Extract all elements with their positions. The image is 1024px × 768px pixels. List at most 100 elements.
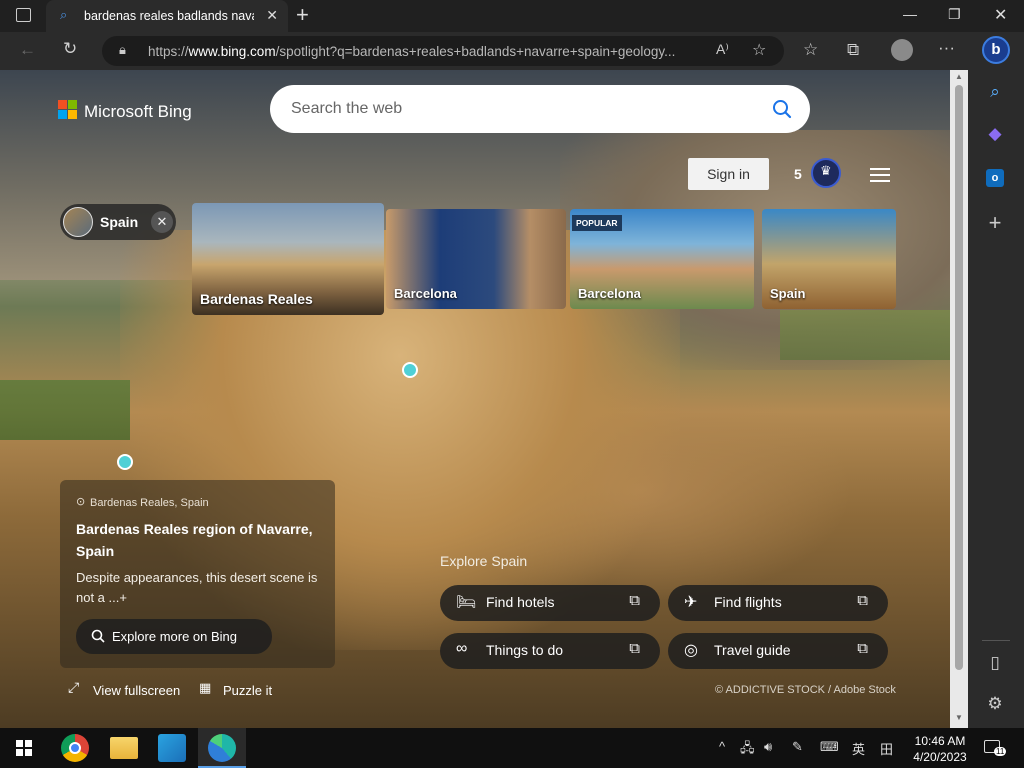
tab-actions-icon[interactable] xyxy=(16,8,31,22)
close-chip-icon[interactable]: ✕ xyxy=(151,211,173,233)
ime-mode-icon[interactable]: 田 xyxy=(880,739,893,758)
card-barcelona-2[interactable]: POPULAR Barcelona xyxy=(570,209,754,309)
close-tab-icon[interactable]: ✕ xyxy=(266,7,278,24)
app-icon[interactable] xyxy=(158,734,186,762)
card-label: Barcelona xyxy=(394,286,457,301)
profile-avatar[interactable] xyxy=(891,39,913,61)
edge-icon xyxy=(208,734,236,762)
network-icon[interactable]: 🖧︎ xyxy=(740,739,755,761)
windows-taskbar: ^ 🖧︎ 🔊︎ ✎ ⌨︎ 英 田 10:46 AM 4/20/2023 11 xyxy=(0,728,1024,768)
location-pin-icon: ⊙ xyxy=(76,496,86,508)
address-bar-row: ← ↻ 🔒︎ https://www.bing.com/spotlight?q=… xyxy=(0,32,1024,70)
new-tab-button[interactable]: + xyxy=(296,2,309,28)
things-to-do-label: Things to do xyxy=(486,642,564,658)
search-icon[interactable]: ⌕ xyxy=(984,82,1006,104)
back-button[interactable]: ← xyxy=(19,40,36,60)
things-to-do-button[interactable]: ∞ Things to do ⧉ xyxy=(440,633,660,669)
ime-language[interactable]: 英 xyxy=(852,739,865,758)
info-title[interactable]: Bardenas Reales region of Navarre, Spain xyxy=(76,518,326,562)
find-flights-label: Find flights xyxy=(714,594,782,610)
find-hotels-button[interactable]: 🛏︎ Find hotels ⧉ xyxy=(440,585,660,621)
edge-active-app[interactable] xyxy=(198,728,246,768)
search-input[interactable]: Search the web xyxy=(291,100,402,118)
windows-start-icon[interactable] xyxy=(16,740,32,756)
search-icon: ⌕ xyxy=(60,7,68,22)
chrome-icon[interactable] xyxy=(61,734,89,762)
clock-date: 4/20/2023 xyxy=(913,750,967,764)
keyboard-icon[interactable]: ⌨︎ xyxy=(820,739,839,755)
refresh-button[interactable]: ↻ xyxy=(63,39,77,59)
settings-gear-icon[interactable]: ⚙︎ xyxy=(984,694,1006,716)
popular-badge: POPULAR xyxy=(572,215,622,231)
view-fullscreen-link[interactable]: View fullscreen xyxy=(93,683,180,698)
notification-count: 11 xyxy=(994,747,1007,756)
hamburger-menu-icon[interactable] xyxy=(870,168,890,186)
close-window-button[interactable]: ✕ xyxy=(994,5,1007,25)
card-label: Bardenas Reales xyxy=(200,291,313,307)
explore-more-button[interactable]: Explore more on Bing xyxy=(76,619,272,654)
info-panel: ⊙ Bardenas Reales, Spain Bardenas Reales… xyxy=(60,480,335,668)
scroll-up-arrow[interactable]: ▲ xyxy=(955,72,963,81)
card-label: Spain xyxy=(770,286,806,301)
topic-chip-spain[interactable]: Spain ✕ xyxy=(60,204,176,240)
collections-icon[interactable]: ⧉ xyxy=(847,40,859,60)
card-spain[interactable]: Spain xyxy=(762,209,896,309)
puzzle-it-link[interactable]: Puzzle it xyxy=(223,683,272,698)
scroll-down-arrow[interactable]: ▼ xyxy=(955,713,963,722)
card-bardenas-reales[interactable]: Bardenas Reales xyxy=(192,203,384,315)
travel-guide-button[interactable]: ◎ Travel guide ⧉ xyxy=(668,633,888,669)
search-icon[interactable] xyxy=(772,99,792,119)
file-explorer-icon[interactable] xyxy=(110,737,138,759)
restore-button[interactable]: ❐ xyxy=(948,6,961,23)
add-favorite-icon[interactable]: ☆ xyxy=(752,40,766,60)
more-options-icon[interactable]: ··· xyxy=(938,38,955,58)
outlook-icon[interactable]: o xyxy=(984,166,1006,188)
compass-icon: ◎ xyxy=(684,642,698,659)
minimize-button[interactable]: — xyxy=(903,6,917,22)
edge-sidebar: ⌕ ◆ o + ▯ ⚙︎ xyxy=(968,70,1024,728)
bing-chat-icon[interactable]: b xyxy=(982,36,1010,64)
puzzle-icon[interactable]: ▦ xyxy=(199,680,211,696)
tab-title: bardenas reales badlands navarre xyxy=(84,9,254,23)
browser-tab[interactable]: ⌕ bardenas reales badlands navarre ✕ xyxy=(46,0,288,32)
card-barcelona-1[interactable]: Barcelona xyxy=(386,209,566,309)
fullscreen-icon[interactable]: ⤢ xyxy=(68,679,79,696)
info-description[interactable]: Despite appearances, this desert scene i… xyxy=(76,568,326,608)
image-credit[interactable]: © ADDICTIVE STOCK / Adobe Stock xyxy=(715,684,896,696)
url-text[interactable]: https://www.bing.com/spotlight?q=bardena… xyxy=(148,44,708,59)
chip-label: Spain xyxy=(100,214,139,230)
show-hidden-icons[interactable]: ^ xyxy=(719,739,725,754)
bing-spotlight-page: Microsoft Bing Search the web Sign in 5 … xyxy=(0,70,950,728)
read-aloud-icon[interactable]: A⁾ xyxy=(716,41,729,58)
external-link-icon: ⧉ xyxy=(857,592,868,609)
copilot-icon[interactable]: ◆ xyxy=(984,124,1006,146)
find-flights-button[interactable]: ✈︎ Find flights ⧉ xyxy=(668,585,888,621)
vertical-scroll-thumb[interactable] xyxy=(955,85,963,670)
logo-square-yellow xyxy=(68,110,77,119)
rewards-trophy-icon[interactable]: ♛ xyxy=(811,158,841,188)
pen-icon[interactable]: ✎ xyxy=(792,739,803,755)
chip-thumbnail xyxy=(63,207,93,237)
rewards-count[interactable]: 5 xyxy=(794,166,802,182)
explore-more-label: Explore more on Bing xyxy=(112,629,238,644)
card-label: Barcelona xyxy=(578,286,641,301)
volume-icon[interactable]: 🔊︎ xyxy=(764,739,772,755)
favorites-icon[interactable]: ☆ xyxy=(803,40,818,60)
external-link-icon: ⧉ xyxy=(629,592,640,609)
sidebar-divider xyxy=(982,640,1010,641)
split-screen-icon[interactable]: ▯ xyxy=(984,653,1006,675)
hotspot-dot-2[interactable] xyxy=(117,454,133,470)
search-box[interactable]: Search the web xyxy=(270,85,810,133)
add-icon[interactable]: + xyxy=(984,210,1006,235)
bed-icon: 🛏︎ xyxy=(456,594,477,611)
travel-guide-label: Travel guide xyxy=(714,642,791,658)
find-hotels-label: Find hotels xyxy=(486,594,555,610)
lock-icon[interactable]: 🔒︎ xyxy=(119,42,126,58)
address-bar[interactable]: 🔒︎ https://www.bing.com/spotlight?q=bard… xyxy=(102,36,784,66)
sign-in-button[interactable]: Sign in xyxy=(688,158,769,190)
binoculars-icon: ∞ xyxy=(456,640,468,657)
hotspot-dot-1[interactable] xyxy=(402,362,418,378)
taskbar-clock[interactable]: 10:46 AM 4/20/2023 xyxy=(908,733,972,765)
airplane-icon: ✈︎ xyxy=(684,594,698,611)
vertical-scrollbar[interactable]: ▲ ▼ xyxy=(950,70,968,728)
